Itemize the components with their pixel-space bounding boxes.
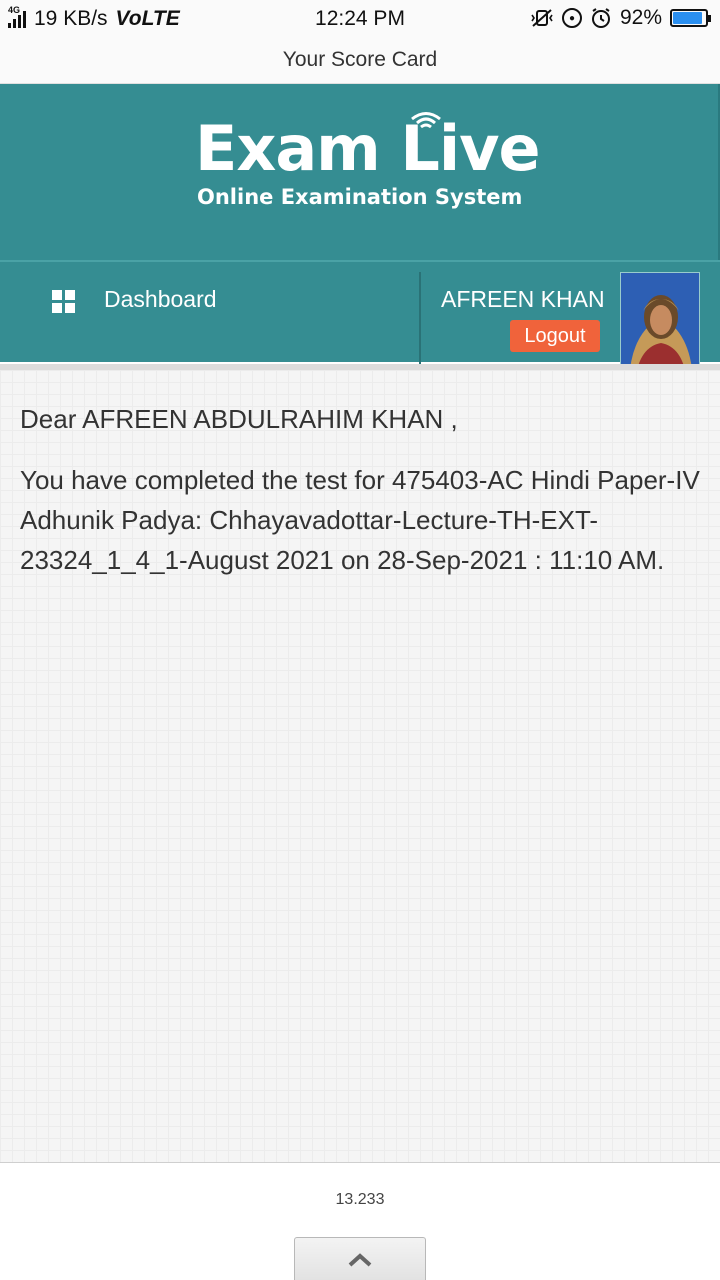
logout-button[interactable]: Logout bbox=[510, 320, 600, 352]
exam-live-logo: Exam Live Online Examination System bbox=[195, 112, 541, 210]
battery-fill bbox=[673, 12, 703, 24]
vibrate-icon bbox=[531, 9, 553, 27]
battery-percent: 92% bbox=[619, 6, 662, 29]
version-number: 13.233 bbox=[335, 1191, 385, 1208]
nav-divider bbox=[419, 272, 421, 364]
score-card-content: Dear AFREEN ABDULRAHIM KHAN , You have c… bbox=[0, 370, 720, 1162]
battery-icon bbox=[670, 9, 711, 27]
alarm-icon bbox=[591, 8, 610, 28]
dashboard-link[interactable]: Dashboard bbox=[104, 286, 217, 313]
app-header: Exam Live Online Examination System bbox=[0, 84, 720, 260]
logo-subtitle: Online Examination System bbox=[197, 185, 523, 209]
page-title: Your Score Card bbox=[0, 38, 720, 84]
rotation-lock-icon: ● bbox=[561, 8, 582, 28]
completion-message: You have completed the test for 475403-A… bbox=[20, 465, 700, 575]
wifi-icon bbox=[411, 112, 441, 129]
dashboard-grid-icon[interactable] bbox=[52, 290, 75, 313]
status-bar: 4G 19 KB/s VoLTE 12:24 PM ● 92% bbox=[0, 0, 720, 38]
scroll-to-top-button[interactable] bbox=[294, 1237, 426, 1280]
logo-title: Exam Live bbox=[195, 112, 541, 185]
user-name: AFREEN KHAN bbox=[441, 286, 605, 312]
nav-bar: Dashboard AFREEN KHAN Logout bbox=[0, 260, 720, 380]
status-right: ● 92% bbox=[530, 6, 711, 30]
footer: 13.233 bbox=[0, 1162, 720, 1280]
greeting-text: Dear AFREEN ABDULRAHIM KHAN , bbox=[20, 404, 458, 434]
chevron-up-icon bbox=[348, 1252, 372, 1266]
